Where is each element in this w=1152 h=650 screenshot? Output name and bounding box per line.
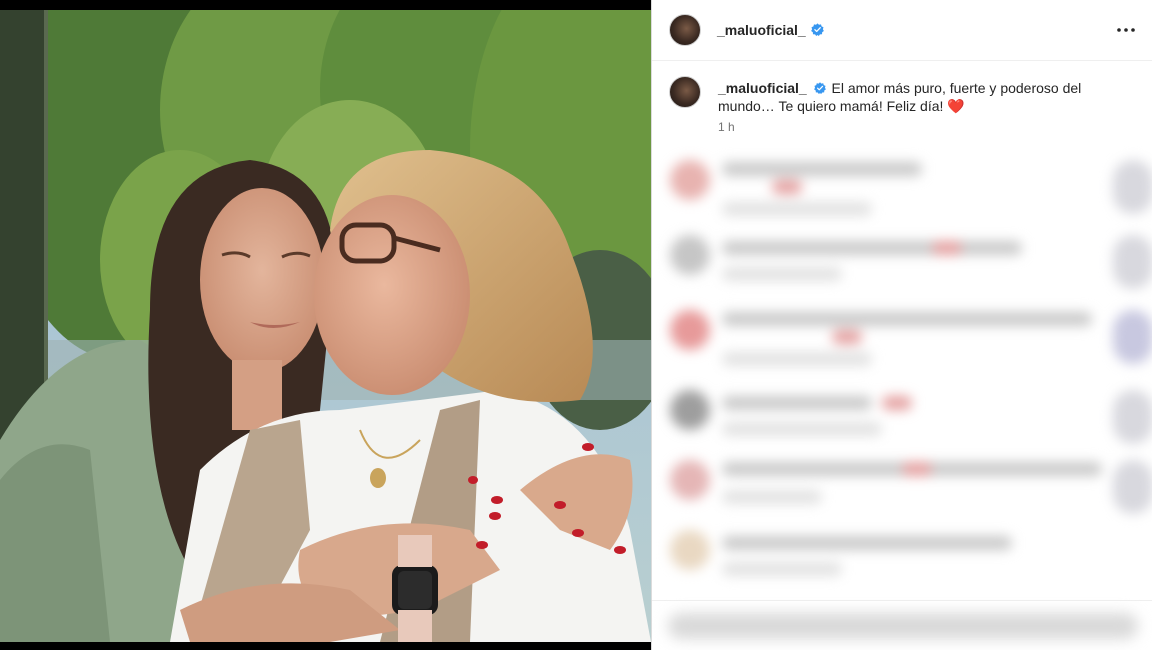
comment-blurred (662, 520, 1152, 590)
comment-input-bar[interactable] (652, 600, 1152, 650)
comments-list (652, 140, 1152, 600)
post-timestamp[interactable]: 1 h (718, 120, 735, 134)
comment-blurred (662, 150, 1152, 220)
more-options-icon (1117, 28, 1135, 32)
comment-blurred (662, 450, 1152, 520)
more-options-button[interactable] (1114, 18, 1138, 42)
comment-blurred (662, 300, 1152, 370)
caption-author-avatar[interactable] (669, 76, 701, 108)
author-avatar[interactable] (669, 14, 701, 46)
post-side-panel: _maluoficial_ _maluoficial_ El amor más … (651, 0, 1152, 650)
post-header: _maluoficial_ (652, 0, 1152, 61)
post-photo[interactable] (0, 0, 651, 650)
photo-illustration (0, 10, 651, 642)
comment-blurred (662, 225, 1152, 295)
post-caption: _maluoficial_ El amor más puro, fuerte y… (718, 79, 1128, 116)
caption-username[interactable]: _maluoficial_ (718, 80, 807, 96)
photo-image (0, 10, 651, 642)
verified-badge-icon (811, 23, 824, 36)
comment-blurred (662, 380, 1152, 450)
caption-verified-badge-icon (813, 82, 826, 94)
comment-input-blurred (668, 613, 1138, 639)
author-username[interactable]: _maluoficial_ (717, 22, 806, 38)
heart-emoji-icon: ❤️ (947, 99, 965, 115)
